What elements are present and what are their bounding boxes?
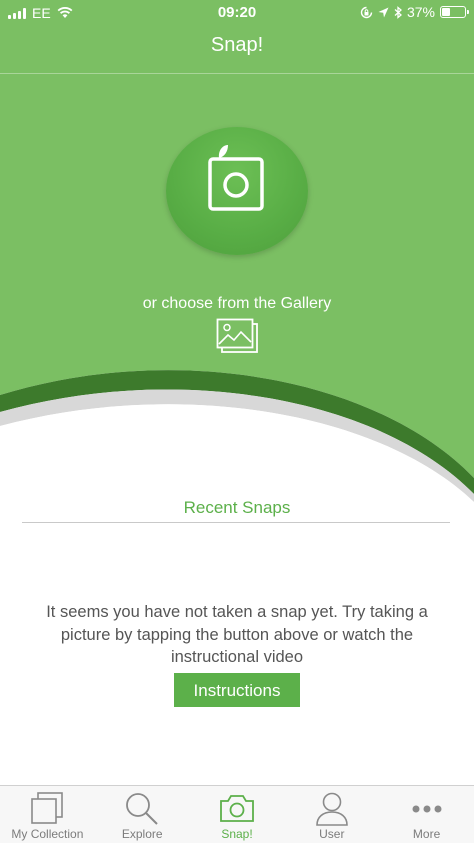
camera-icon [208,145,264,211]
tab-label: User [319,827,345,841]
gallery-icon [216,318,258,353]
collection-icon [31,792,64,824]
rotation-lock-icon [360,6,373,18]
location-icon [378,7,389,17]
wave-background [0,0,474,520]
tab-label: Explore [121,827,163,841]
tab-snap[interactable]: Snap! [190,786,285,843]
battery-percent: 37% [406,4,435,20]
snap-header-area [0,0,474,520]
tab-explore[interactable]: Explore [95,786,190,843]
user-icon [315,792,348,826]
instructions-button[interactable]: Instructions [174,673,300,707]
tab-label: Snap! [221,827,253,841]
tab-bar: My Collection Explore Snap! User More [0,785,474,843]
status-bar: EE 09:20 37% [0,0,474,26]
page-title: Snap! [210,34,264,56]
take-snap-button[interactable] [166,127,308,255]
recent-snaps-title: Recent Snaps [183,498,291,517]
recent-snaps-divider [22,522,450,523]
tab-label: More [412,827,441,841]
empty-state-message: It seems you have not taken a snap yet. … [46,603,428,666]
tab-my-collection[interactable]: My Collection [0,786,95,843]
gallery-prompt: or choose from the Gallery [142,295,332,312]
more-icon [412,805,442,813]
gallery-button[interactable] [216,318,260,359]
tab-more[interactable]: More [379,786,474,843]
tab-user[interactable]: User [284,786,379,843]
battery-icon [440,6,469,18]
tab-label: My Collection [11,827,84,841]
header-divider [0,73,474,74]
search-icon [126,793,158,825]
bluetooth-icon [394,5,402,19]
camera-icon [220,795,254,822]
